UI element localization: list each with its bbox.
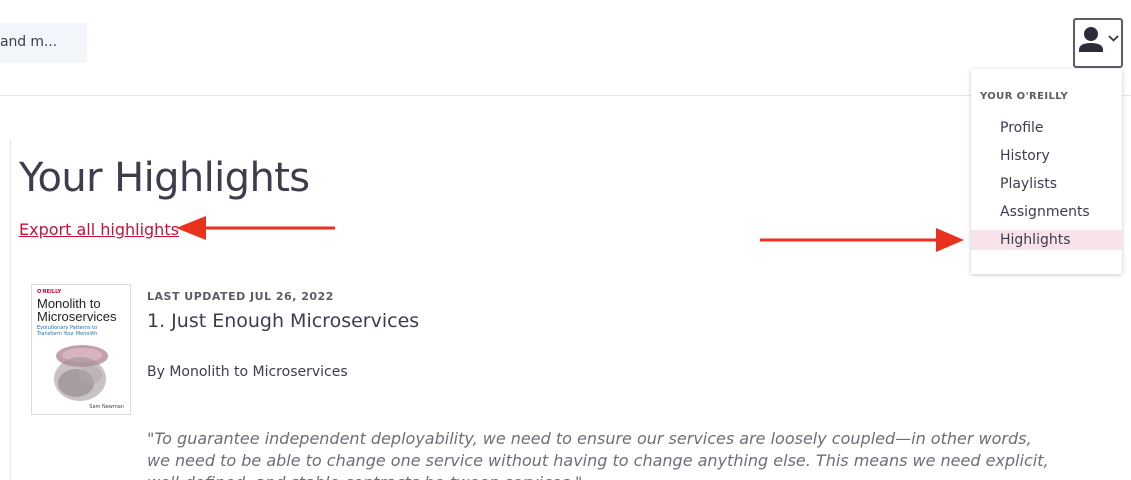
- chapter-title-link[interactable]: 1. Just Enough Microservices: [147, 310, 419, 332]
- annotation-arrow-left-icon: [176, 216, 335, 240]
- menu-section-header: YOUR O'REILLY: [980, 91, 1069, 102]
- highlight-quote: "To guarantee independent deployability,…: [147, 429, 1049, 480]
- user-menu-button[interactable]: [1073, 18, 1123, 68]
- cover-brand: O'REILLY: [37, 289, 62, 295]
- search-input-text: and m...: [0, 34, 57, 50]
- user-dropdown-menu: YOUR O'REILLY Profile History Playlists …: [971, 69, 1122, 274]
- book-byline: By Monolith to Microservices: [147, 364, 348, 380]
- menu-item-profile[interactable]: Profile: [971, 118, 1122, 138]
- page-title: Your Highlights: [19, 155, 310, 201]
- top-bar: and m...: [0, 0, 1131, 96]
- menu-item-history[interactable]: History: [971, 146, 1122, 166]
- menu-item-assignments[interactable]: Assignments: [971, 202, 1122, 222]
- menu-item-playlists[interactable]: Playlists: [971, 174, 1122, 194]
- cover-subtitle: Evolutionary Patterns to Transform Your …: [37, 325, 98, 337]
- export-highlights-link[interactable]: Export all highlights: [19, 220, 179, 239]
- content-divider: [10, 140, 11, 480]
- cover-illustration-icon: [54, 345, 108, 401]
- user-icon: [1079, 27, 1119, 52]
- menu-item-highlights[interactable]: Highlights: [971, 230, 1122, 250]
- last-updated-label: LAST UPDATED JUL 26, 2022: [147, 290, 334, 303]
- cover-author: Sam Newman: [89, 404, 124, 410]
- annotation-arrow-right-icon: [760, 228, 964, 252]
- cover-title: Monolith to Microservices: [37, 296, 117, 324]
- search-input[interactable]: and m...: [0, 23, 87, 63]
- chevron-down-icon: [1108, 35, 1119, 42]
- book-cover[interactable]: O'REILLY Monolith to Microservices Evolu…: [31, 284, 131, 415]
